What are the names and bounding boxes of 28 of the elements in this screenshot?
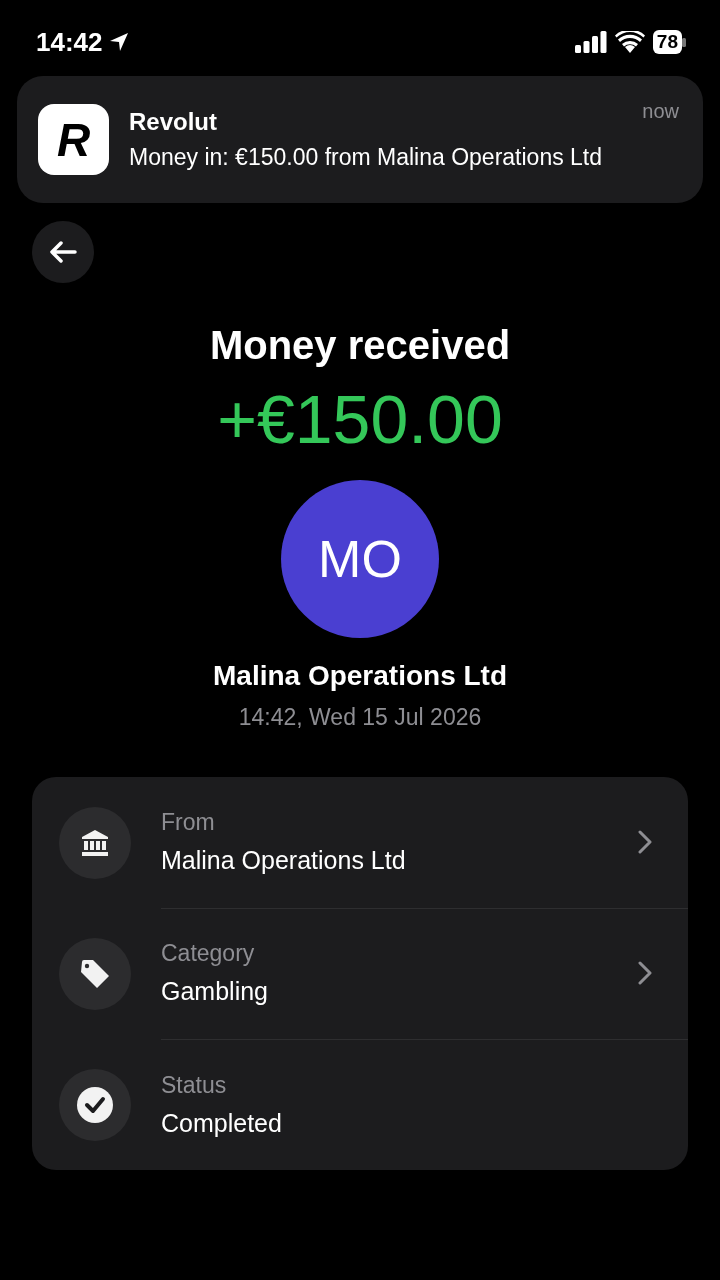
checkmark-icon bbox=[77, 1086, 113, 1123]
location-icon bbox=[108, 32, 129, 52]
amount: +€150.00 bbox=[217, 380, 503, 458]
avatar: MO bbox=[281, 480, 439, 638]
notification-time: now bbox=[642, 100, 679, 123]
tag-icon bbox=[79, 957, 111, 990]
detail-label: Status bbox=[161, 1071, 228, 1099]
page-title: Money received bbox=[209, 323, 511, 368]
chevron-icon[interactable] bbox=[638, 961, 652, 985]
back-arrow-icon bbox=[49, 240, 77, 264]
signal-icon bbox=[574, 31, 607, 53]
wifi-icon bbox=[614, 31, 645, 53]
detail-value: Completed bbox=[161, 1108, 283, 1138]
detail-label: Category bbox=[161, 940, 256, 967]
battery-level: 78 bbox=[652, 30, 682, 54]
counterparty-name: Malina Operations Ltd bbox=[213, 660, 507, 692]
detail-value: Gambling bbox=[161, 977, 269, 1006]
detail-label: From bbox=[161, 809, 216, 836]
detail-value: Malina Operations Ltd bbox=[161, 846, 407, 875]
notification-banner[interactable]: R Revolut Money in: €150.00 from Malina Operations Ltd now bbox=[17, 76, 703, 203]
app-logo: R bbox=[38, 104, 109, 175]
notification-app: Revolut bbox=[129, 108, 218, 136]
bank-icon bbox=[80, 827, 110, 858]
clock: 14:42 bbox=[36, 26, 103, 58]
chevron-icon[interactable] bbox=[638, 830, 652, 854]
notification-message: Money in: €150.00 from Malina Operations Ltd bbox=[129, 144, 603, 171]
battery-tip-icon bbox=[682, 37, 686, 47]
transaction-date: 14:42, Wed 15 Jul 2026 bbox=[238, 704, 482, 731]
